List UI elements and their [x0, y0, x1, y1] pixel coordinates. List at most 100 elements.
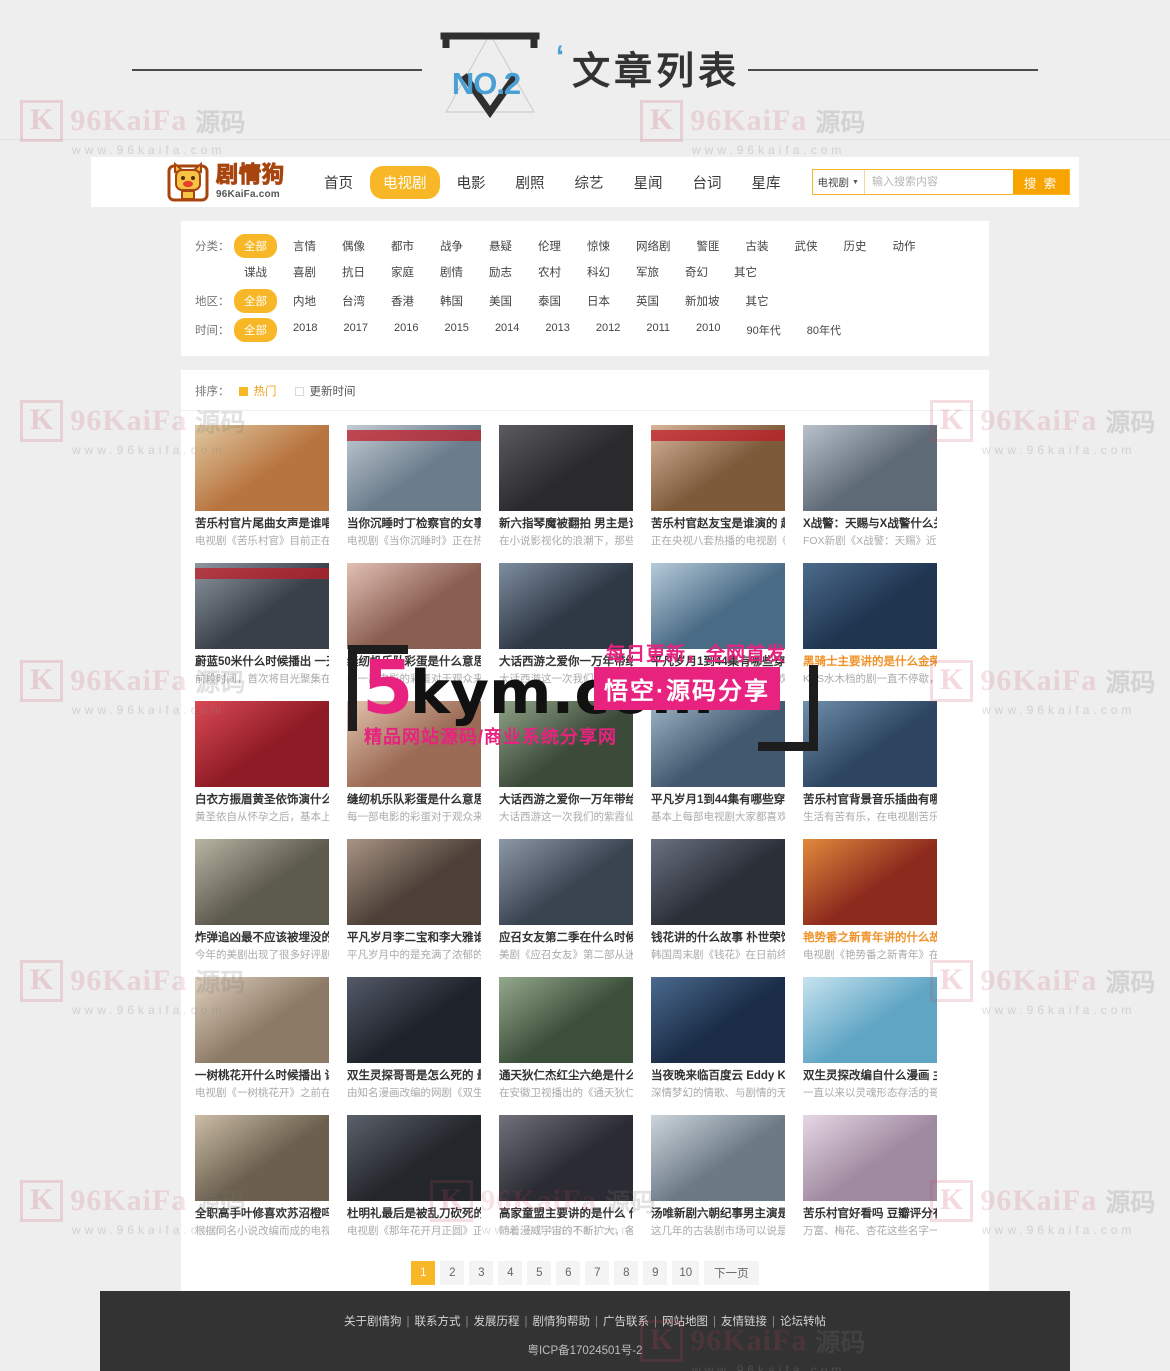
- article-thumbnail[interactable]: [347, 839, 481, 926]
- article-thumbnail[interactable]: [195, 977, 329, 1064]
- article-thumbnail[interactable]: [195, 563, 329, 650]
- article-title[interactable]: 一树桃花开什么时候播出 讲的什: [195, 1069, 329, 1083]
- sort-checkbox-0[interactable]: [238, 386, 248, 396]
- article-thumbnail[interactable]: [195, 839, 329, 926]
- article-title[interactable]: 苦乐村官片尾曲女声是谁唱的 片: [195, 517, 329, 531]
- filter-option-0-0[interactable]: 全部: [234, 234, 277, 258]
- search-input[interactable]: [864, 170, 1013, 194]
- article-title[interactable]: 当你沉睡时丁检察官的女事务官: [347, 517, 481, 531]
- article-thumbnail[interactable]: [195, 1115, 329, 1202]
- filter-option-0-15[interactable]: 喜剧: [283, 260, 326, 284]
- article-card[interactable]: 黑骑士主要讲的是什么金荣河会 KBS水木档的剧一直不停歇，不久前: [803, 563, 937, 687]
- article-thumbnail[interactable]: [499, 701, 633, 788]
- article-thumbnail[interactable]: [347, 1115, 481, 1202]
- article-card[interactable]: 一树桃花开什么时候播出 讲的什电视剧《一树桃花开》之前在地方台: [195, 977, 329, 1101]
- article-title[interactable]: 大话西游之爱你一万年带给你不: [499, 793, 633, 807]
- article-thumbnail[interactable]: [651, 1115, 785, 1202]
- filter-option-2-10[interactable]: 90年代: [737, 318, 791, 342]
- filter-option-0-12[interactable]: 历史: [834, 234, 877, 258]
- article-title[interactable]: 白衣方振眉黄圣依饰演什么角色: [195, 793, 329, 807]
- filter-option-0-6[interactable]: 伦理: [528, 234, 571, 258]
- filter-option-0-22[interactable]: 军旅: [626, 260, 669, 284]
- article-card[interactable]: 双生灵探哥哥是怎么死的 最后复由知名漫画改编的网剧《双生灵探》: [347, 977, 481, 1101]
- filter-option-1-5[interactable]: 美国: [479, 289, 522, 313]
- article-thumbnail[interactable]: [499, 839, 633, 926]
- nav-item-3[interactable]: 剧照: [503, 166, 558, 199]
- filter-option-0-4[interactable]: 战争: [430, 234, 473, 258]
- filter-option-2-0[interactable]: 全部: [234, 318, 277, 342]
- footer-link-1[interactable]: 联系方式: [415, 1316, 461, 1328]
- page-link-3[interactable]: 3: [469, 1261, 494, 1286]
- nav-item-4[interactable]: 综艺: [562, 166, 617, 199]
- article-card[interactable]: 全职高手叶修喜欢苏沼橙吗 两人根据同名小说改编而成的电视剧《全: [195, 1115, 329, 1239]
- article-thumbnail[interactable]: [651, 701, 785, 788]
- article-title[interactable]: 蔚蓝50米什么时候播出 一天更: [195, 655, 329, 669]
- next-page-button[interactable]: 下一页: [704, 1261, 759, 1286]
- article-card[interactable]: 缝纫机乐队彩蛋是什么意思 出现每一部电影的彩蛋对于观众来说就是: [347, 563, 481, 687]
- filter-option-2-9[interactable]: 2010: [686, 318, 730, 342]
- article-title[interactable]: 双生灵探改编自什么漫画 主要讲: [803, 1069, 937, 1083]
- filter-option-2-4[interactable]: 2015: [434, 318, 478, 342]
- article-thumbnail[interactable]: [347, 425, 481, 511]
- filter-option-2-7[interactable]: 2012: [586, 318, 630, 342]
- article-card[interactable]: 苦乐村官片尾曲女声是谁唱的 片电视剧《苦乐村官》目前正在央视八: [195, 425, 329, 549]
- filter-option-0-23[interactable]: 奇幻: [675, 260, 718, 284]
- article-thumbnail[interactable]: [651, 977, 785, 1064]
- filter-option-1-3[interactable]: 香港: [381, 289, 424, 313]
- filter-option-1-6[interactable]: 泰国: [528, 289, 571, 313]
- article-title[interactable]: 高家童盟主要讲的是什么 什么时: [499, 1207, 633, 1221]
- article-card[interactable]: 炸弹追凶最不应该被埋没的罪案今年的美剧出现了很多好评剧，但是: [195, 839, 329, 963]
- nav-item-5[interactable]: 星闻: [621, 166, 676, 199]
- article-card[interactable]: 平凡岁月1到44集有哪些穿帮镜基本上每部电视剧大家都喜欢找碗，: [651, 563, 785, 687]
- article-card[interactable]: 白衣方振眉黄圣依饰演什么角色黄圣依自从怀孕之后，基本上就没有: [195, 701, 329, 825]
- article-thumbnail[interactable]: [499, 1115, 633, 1202]
- footer-link-4[interactable]: 广告联系: [603, 1316, 649, 1328]
- filter-option-0-19[interactable]: 励志: [479, 260, 522, 284]
- article-title[interactable]: 汤唯新剧六朝纪事男主演是谁 是: [651, 1207, 785, 1221]
- sort-checkbox-1[interactable]: [294, 386, 304, 396]
- filter-option-0-1[interactable]: 言情: [283, 234, 326, 258]
- nav-item-6[interactable]: 台词: [680, 166, 735, 199]
- filter-option-0-24[interactable]: 其它: [724, 260, 767, 284]
- article-thumbnail[interactable]: [195, 425, 329, 511]
- article-thumbnail[interactable]: [803, 977, 937, 1064]
- article-title[interactable]: 当夜晚来临百度云 Eddy Kim还: [651, 1069, 785, 1083]
- article-card[interactable]: 应召女友第二季在什么时候回归美剧《应召女友》第二部从迷你剧改: [499, 839, 633, 963]
- footer-link-0[interactable]: 关于剧情狗: [344, 1316, 402, 1328]
- site-logo[interactable]: 剧情狗 96KaiFa.com: [167, 161, 285, 202]
- page-link-9[interactable]: 9: [643, 1261, 668, 1286]
- article-card[interactable]: 杜明礼最后是被乱刀砍死的吗 是电视剧《那年花开月正圆》正在热播: [347, 1115, 481, 1239]
- footer-link-6[interactable]: 友情链接: [721, 1316, 767, 1328]
- article-title[interactable]: 缝纫机乐队彩蛋是什么意思 出现: [347, 793, 481, 807]
- filter-option-0-21[interactable]: 科幻: [577, 260, 620, 284]
- footer-link-5[interactable]: 网站地图: [662, 1316, 708, 1328]
- article-thumbnail[interactable]: [347, 701, 481, 788]
- article-card[interactable]: 苦乐村官背景音乐插曲有哪些 片生活有苦有乐，在电视剧苦乐村官当: [803, 701, 937, 825]
- article-thumbnail[interactable]: [651, 425, 785, 511]
- footer-link-7[interactable]: 论坛转帖: [780, 1316, 826, 1328]
- nav-item-0[interactable]: 首页: [311, 166, 366, 199]
- article-thumbnail[interactable]: [651, 563, 785, 650]
- sort-option-1[interactable]: 更新时间: [294, 383, 356, 399]
- article-thumbnail[interactable]: [347, 563, 481, 650]
- footer-link-2[interactable]: 发展历程: [474, 1316, 520, 1328]
- filter-option-1-2[interactable]: 台湾: [332, 289, 375, 313]
- article-thumbnail[interactable]: [803, 425, 937, 511]
- page-link-6[interactable]: 6: [556, 1261, 581, 1286]
- filter-option-0-5[interactable]: 悬疑: [479, 234, 522, 258]
- page-link-7[interactable]: 7: [585, 1261, 610, 1286]
- article-card[interactable]: 当夜晚来临百度云 Eddy Kim还深情梦幻的情歌、与剧情的无缝衍: [651, 977, 785, 1101]
- article-card[interactable]: 双生灵探改编自什么漫画 主要讲一直以来以灵魂形态存活的哥哥，兄: [803, 977, 937, 1101]
- article-card[interactable]: 大话西游之爱你一万年带给你不大话西游这一次我们的紫霞仙子、至: [499, 701, 633, 825]
- article-title[interactable]: 炸弹追凶最不应该被埋没的罪案: [195, 931, 329, 945]
- article-card[interactable]: 汤唯新剧六朝纪事男主演是谁 是这几年的古装剧市场可以说是制作越: [651, 1115, 785, 1239]
- article-thumbnail[interactable]: [499, 977, 633, 1064]
- sort-option-0[interactable]: 热门: [238, 383, 277, 399]
- filter-option-1-4[interactable]: 韩国: [430, 289, 473, 313]
- article-card[interactable]: 平凡岁月1到44集有哪些穿帮镜基本上每部电视剧大家都喜欢找碗，: [651, 701, 785, 825]
- filter-option-0-10[interactable]: 古装: [736, 234, 779, 258]
- nav-item-1[interactable]: 电视剧: [370, 165, 440, 199]
- page-link-10[interactable]: 10: [672, 1261, 700, 1286]
- article-card[interactable]: 通天狄仁杰红尘六绝是什么 编剧在安徽卫视播出的《通天狄仁杰》虽: [499, 977, 633, 1101]
- nav-item-2[interactable]: 电影: [444, 166, 499, 199]
